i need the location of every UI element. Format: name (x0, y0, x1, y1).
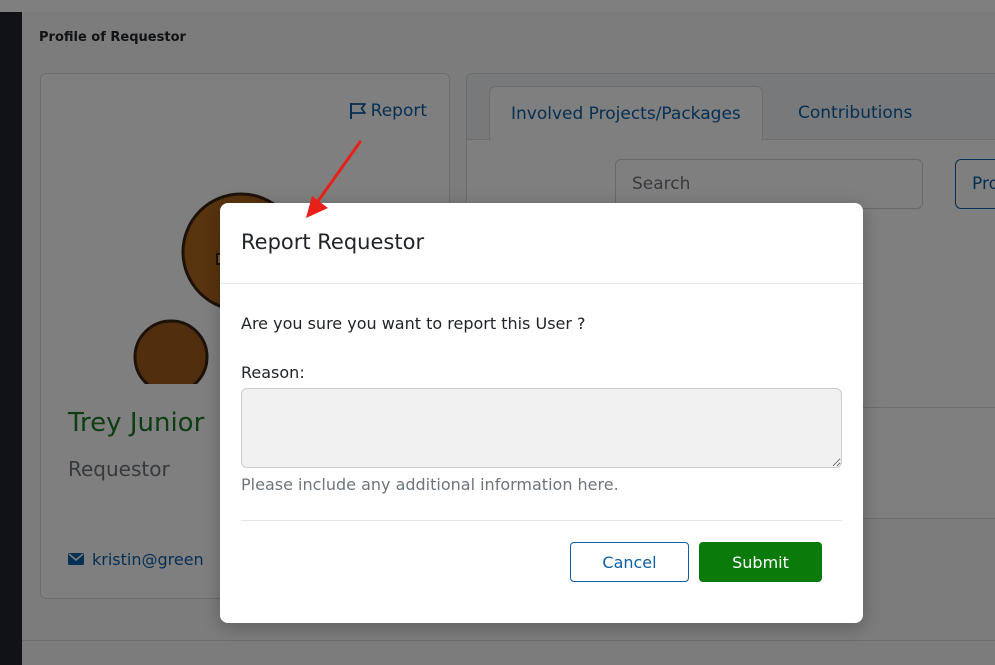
reason-help-text: Please include any additional informatio… (241, 475, 619, 494)
submit-button[interactable]: Submit (699, 542, 822, 582)
report-modal: Report Requestor Are you sure you want t… (220, 203, 863, 623)
modal-title: Report Requestor (241, 230, 425, 254)
cancel-button[interactable]: Cancel (570, 542, 689, 582)
reason-label: Reason: (241, 363, 305, 382)
modal-question: Are you sure you want to report this Use… (241, 314, 586, 333)
annotation-arrow-icon (298, 138, 368, 224)
reason-textarea[interactable] (241, 388, 842, 468)
modal-divider (241, 520, 842, 521)
